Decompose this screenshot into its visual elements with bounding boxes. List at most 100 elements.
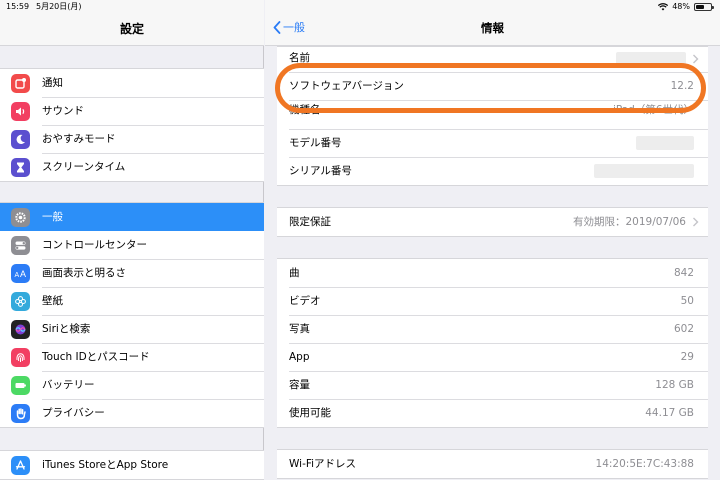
toggles-icon [11,236,30,255]
about-row-wifi-address: Wi-Fiアドレス 14:20:5E:7C:43:88 [277,450,708,478]
gear-icon [11,208,30,227]
row-label: 名前 [289,52,310,64]
row-label: ソフトウェアバージョン [289,80,404,92]
battery-icon [694,3,714,11]
wifi-icon [658,3,669,11]
sidebar-item-label: プライバシー [42,407,105,419]
row-value: 50 [680,295,694,307]
flower-icon [11,292,30,311]
status-date: 5月20日(月) [36,2,82,11]
redacted-value [616,52,686,66]
about-row-videos: ビデオ 50 [277,287,708,315]
row-label: 曲 [289,267,300,279]
about-group-media: 曲 842 ビデオ 50 写真 602 App 29 容量 128 GB 使用可… [277,258,708,428]
sidebar-group-2: 一般 コントロールセンター AA 画面表示と明るさ 壁紙 Siriと検索 Tou… [0,202,264,428]
sidebar-item-label: 画面表示と明るさ [42,267,126,279]
sound-icon [11,102,30,121]
text-size-icon: AA [11,264,30,283]
app-store-icon [11,456,30,475]
hand-icon [11,404,30,423]
sidebar-group-3: iTunes StoreとApp Store [0,450,264,480]
svg-text:A: A [20,269,26,279]
sidebar-item-battery[interactable]: バッテリー [0,371,264,399]
row-label: 写真 [289,323,310,335]
sidebar-title: 設定 [119,22,144,36]
sidebar-item-label: iTunes StoreとApp Store [42,459,169,471]
row-value: 14:20:5E:7C:43:88 [595,458,694,470]
about-row-software-version: ソフトウェアバージョン 12.2 [277,72,708,100]
status-bar: 15:59 5月20日(月) 48% [0,0,720,14]
row-label: 限定保証 [289,216,331,228]
sidebar-item-label: コントロールセンター [42,239,147,251]
sidebar-item-wallpaper[interactable]: 壁紙 [0,287,264,315]
hourglass-icon [11,158,30,177]
row-label: ビデオ [289,295,321,307]
row-label: 使用可能 [289,407,331,419]
about-row-name[interactable]: 名前 [277,47,708,72]
sidebar-item-privacy[interactable]: プライバシー [0,399,264,427]
sidebar-item-display-brightness[interactable]: AA 画面表示と明るさ [0,259,264,287]
page-title: 情報 [481,21,504,35]
row-label: App [289,351,310,363]
moon-icon [11,130,30,149]
about-row-photos: 写真 602 [277,315,708,343]
about-pane: 一般 情報 名前 ソフトウェアバージョン 12.2 機種名 iPad（第6世代）… [265,0,720,480]
row-value: 有効期限：2019/07/06 [572,216,686,228]
row-label: Wi-Fiアドレス [289,458,357,470]
row-value: 29 [680,351,694,363]
chevron-right-icon [693,217,699,227]
fingerprint-icon [11,348,30,367]
sidebar-item-do-not-disturb[interactable]: おやすみモード [0,125,264,153]
sidebar-item-label: 通知 [42,77,63,89]
row-value: iPad（第6世代） [612,104,694,116]
sidebar-item-label: サウンド [42,105,84,117]
about-row-songs: 曲 842 [277,259,708,287]
sidebar-item-sounds[interactable]: サウンド [0,97,264,125]
status-time: 15:59 [6,2,30,11]
sidebar-item-general[interactable]: 一般 [0,203,264,231]
settings-sidebar: 設定 通知 サウンド おやすみモード スクリーンタイム 一般 コントロールセンタ… [0,0,264,480]
battery-percent: 48% [672,2,690,11]
row-value: 44.17 GB [645,407,694,419]
sidebar-item-screen-time[interactable]: スクリーンタイム [0,153,264,181]
row-label: モデル番号 [289,137,342,149]
redacted-value [594,164,694,178]
sidebar-item-control-center[interactable]: コントロールセンター [0,231,264,259]
about-group-device: 名前 ソフトウェアバージョン 12.2 機種名 iPad（第6世代） モデル番号… [277,46,708,186]
about-row-model-number: モデル番号 [277,129,708,157]
chevron-right-icon [693,54,699,64]
row-value: 128 GB [655,379,694,391]
svg-text:A: A [15,272,20,279]
about-row-apps: App 29 [277,343,708,371]
row-value: 842 [673,267,694,279]
sidebar-item-itunes-app-store[interactable]: iTunes StoreとApp Store [0,451,264,479]
about-group-network: Wi-Fiアドレス 14:20:5E:7C:43:88 [277,449,708,479]
about-row-serial-number: シリアル番号 [277,157,708,185]
row-label: 容量 [289,379,310,391]
row-label: 機種名 [289,104,321,116]
status-right: 48% [658,0,714,14]
row-value: 12.2 [670,80,694,92]
sidebar-item-label: 壁紙 [42,295,63,307]
sidebar-item-label: バッテリー [42,379,95,391]
about-row-capacity: 容量 128 GB [277,371,708,399]
about-row-available: 使用可能 44.17 GB [277,399,708,427]
about-row-model-name: 機種名 iPad（第6世代） [277,100,708,129]
sidebar-item-label: おやすみモード [42,133,116,145]
siri-icon [11,320,30,339]
battery-icon [11,376,30,395]
sidebar-group-1: 通知 サウンド おやすみモード スクリーンタイム [0,68,264,182]
sidebar-item-label: Touch IDとパスコード [42,351,150,363]
about-row-warranty[interactable]: 限定保証 有効期限：2019/07/06 [277,208,708,236]
redacted-value [636,136,694,150]
sidebar-item-label: Siriと検索 [42,323,91,335]
row-label: シリアル番号 [289,165,352,177]
sidebar-item-siri-search[interactable]: Siriと検索 [0,315,264,343]
notifications-icon [11,74,30,93]
row-value: 602 [673,323,694,335]
sidebar-item-touch-id-passcode[interactable]: Touch IDとパスコード [0,343,264,371]
about-group-warranty: 限定保証 有効期限：2019/07/06 [277,207,708,237]
sidebar-item-label: 一般 [42,211,63,223]
sidebar-item-label: スクリーンタイム [42,161,126,173]
sidebar-item-notifications[interactable]: 通知 [0,69,264,97]
